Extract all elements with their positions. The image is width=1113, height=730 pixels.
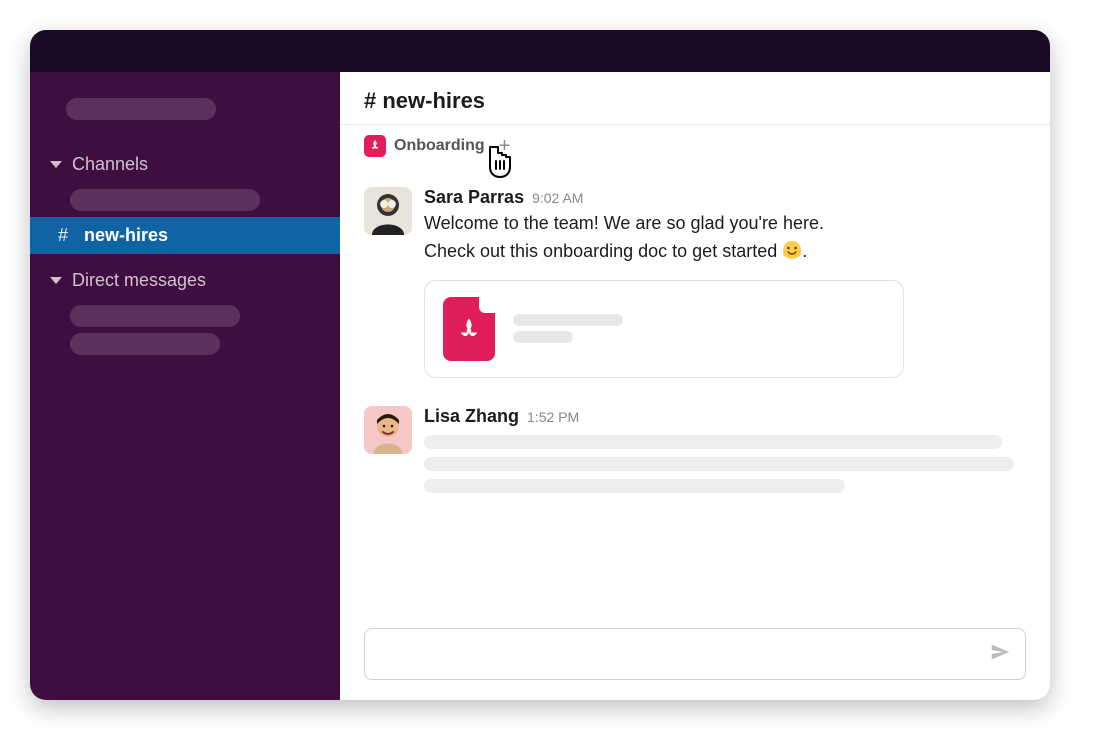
dm-section-header[interactable]: Direct messages [30,264,340,299]
channel-item-placeholder[interactable] [70,189,260,211]
pdf-icon [364,135,386,157]
bookmark-label: Onboarding [394,137,485,155]
message-author[interactable]: Lisa Zhang [424,406,519,427]
avatar[interactable] [364,187,412,235]
file-attachment[interactable] [424,280,904,378]
bookmark-item-onboarding[interactable]: Onboarding [364,135,485,157]
channel-title[interactable]: # new-hires [364,88,1026,114]
message-list: Sara Parras 9:02 AM Welcome to the team!… [340,169,1050,616]
composer-area [340,616,1050,700]
main-panel: # new-hires Onboarding + [340,72,1050,700]
message-time: 9:02 AM [532,190,583,206]
app-window: Channels # new-hires Direct messages # n… [30,30,1050,700]
message-author[interactable]: Sara Parras [424,187,524,208]
add-bookmark-button[interactable]: + [495,136,515,156]
message-text: Welcome to the team! We are so glad you'… [424,210,1026,266]
bookmarks-bar: Onboarding + [340,125,1050,169]
message-line: Check out this onboarding doc to get sta… [424,241,782,261]
message-line: Welcome to the team! We are so glad you'… [424,213,824,233]
hugging-face-emoji [782,240,802,260]
message-composer[interactable] [364,628,1026,680]
avatar[interactable] [364,406,412,454]
channels-section-header[interactable]: Channels [30,148,340,183]
channel-header: # new-hires [340,72,1050,125]
message-placeholder-line [424,435,1002,449]
dm-item-placeholder[interactable] [70,333,220,355]
message: Lisa Zhang 1:52 PM [364,396,1026,519]
dm-item-placeholder[interactable] [70,305,240,327]
send-icon[interactable] [989,641,1011,668]
channels-label: Channels [72,154,148,175]
workspace-name-placeholder[interactable] [66,98,216,120]
dm-label: Direct messages [72,270,206,291]
titlebar [30,30,1050,72]
message-placeholder-line [424,479,845,493]
hash-icon: # [56,225,70,246]
pdf-file-icon [443,297,495,361]
message-line: . [802,241,807,261]
caret-down-icon [50,161,62,168]
file-meta-placeholder [513,331,573,343]
file-name-placeholder [513,314,623,326]
channel-item-new-hires[interactable]: # new-hires [30,217,340,254]
message: Sara Parras 9:02 AM Welcome to the team!… [364,177,1026,396]
caret-down-icon [50,277,62,284]
sidebar: Channels # new-hires Direct messages [30,72,340,700]
message-time: 1:52 PM [527,409,579,425]
channel-name: new-hires [84,225,168,246]
message-placeholder-line [424,457,1014,471]
